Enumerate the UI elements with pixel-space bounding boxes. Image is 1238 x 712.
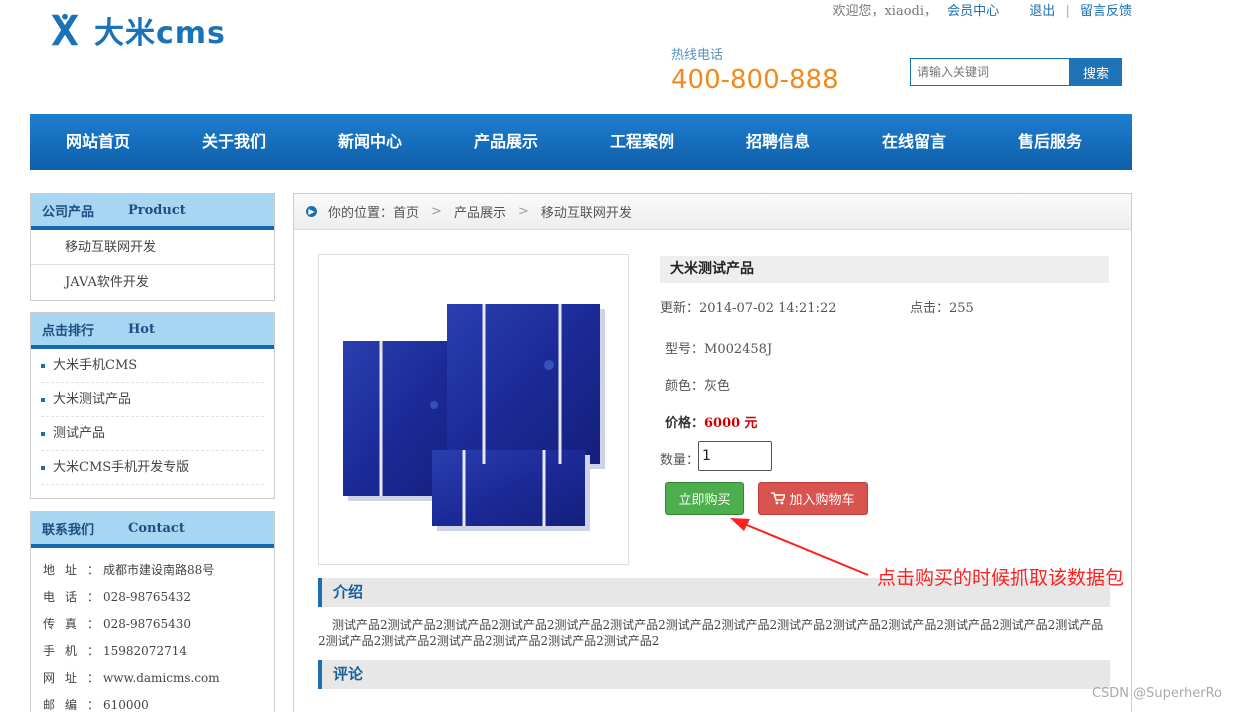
product-updated: 更新：2014-07-02 14:21:22 — [660, 297, 837, 316]
contact-mobile: 手机：15982072714 — [31, 638, 274, 665]
contact-phone: 电话：028-98765432 — [31, 584, 274, 611]
contact-value: 610000 — [103, 698, 149, 712]
contact-fax: 传真：028-98765430 — [31, 611, 274, 638]
product-color: 颜色：灰色 — [665, 375, 730, 394]
nav-item-news[interactable]: 新闻中心 — [302, 114, 438, 170]
search-input[interactable] — [910, 58, 1070, 86]
top-bar: 欢迎您，xiaodi， 会员中心 退出 | 留言反馈 — [832, 0, 1132, 19]
breadcrumb-current[interactable]: 移动互联网开发 — [541, 202, 632, 221]
sidebar-contact: 联系我们 Contact 地址：成都市建设南路88号 电话：028-987654… — [30, 511, 275, 712]
watermark: CSDN @SuperherRo — [1091, 686, 1222, 701]
sidebar-product-item[interactable]: 移动互联网开发 — [31, 230, 274, 265]
logo-icon — [51, 13, 79, 46]
hot-list-item[interactable]: 测试产品 — [41, 417, 264, 451]
clicks-value: 255 — [949, 301, 974, 316]
nav-item-home[interactable]: 网站首页 — [30, 114, 166, 170]
logout-link[interactable]: 退出 — [1029, 4, 1055, 19]
hot-list-item[interactable]: 大米CMS手机开发专版 — [41, 451, 264, 485]
hot-list-item[interactable]: 大米测试产品 — [41, 383, 264, 417]
welcome-text: 欢迎您，xiaodi， — [832, 4, 937, 19]
sidebar-products-header: 公司产品 Product — [31, 194, 274, 230]
contact-website: 网址：www.damicms.com — [31, 665, 274, 692]
hotline-label: 热线电话 — [671, 48, 724, 63]
sidebar-contact-title: 联系我们 — [42, 522, 95, 538]
sidebar-hot: 点击排行 Hot 大米手机CMS 大米测试产品 测试产品 大米CMS手机开发专版 — [30, 312, 275, 499]
contact-value: 成都市建设南路88号 — [103, 563, 215, 577]
intro-text: 测试产品2测试产品2测试产品2测试产品2测试产品2测试产品2测试产品2测试产品2… — [318, 618, 1104, 648]
review-section-title: 评论 — [318, 660, 1110, 689]
sidebar-contact-header: 联系我们 Contact — [31, 512, 274, 548]
sidebar-products-title: 公司产品 — [42, 204, 95, 220]
contact-value: 028-98765432 — [103, 590, 192, 604]
nav-item-cases[interactable]: 工程案例 — [574, 114, 710, 170]
breadcrumb-products[interactable]: 产品展示 — [454, 202, 506, 221]
search-button[interactable]: 搜索 — [1070, 58, 1122, 86]
contact-label: 传真： — [43, 617, 110, 631]
product-image — [318, 254, 629, 565]
product-title: 大米测试产品 — [660, 256, 1109, 283]
feedback-link[interactable]: 留言反馈 — [1080, 4, 1132, 19]
sidebar-contact-title-en: Contact — [128, 520, 185, 536]
color-label: 颜色： — [665, 379, 705, 394]
sidebar-products-title-en: Product — [128, 202, 186, 218]
contact-label: 地址： — [43, 563, 110, 577]
nav-item-about[interactable]: 关于我们 — [166, 114, 302, 170]
member-center-link[interactable]: 会员中心 — [947, 4, 999, 19]
contact-value: www.damicms.com — [103, 671, 220, 685]
breadcrumb-separator: > — [517, 204, 529, 219]
contact-label: 邮编： — [43, 698, 110, 712]
updated-label: 更新： — [660, 301, 700, 316]
nav-item-jobs[interactable]: 招聘信息 — [710, 114, 846, 170]
sidebar-hot-title: 点击排行 — [42, 323, 95, 339]
updated-value: 2014-07-02 14:21:22 — [699, 301, 837, 316]
contact-value: 028-98765430 — [103, 617, 192, 631]
contact-postcode: 邮编：610000 — [31, 692, 274, 712]
contact-value: 15982072714 — [103, 644, 187, 658]
buy-now-button[interactable]: 立即购买 — [665, 482, 744, 515]
contact-label: 电话： — [43, 590, 110, 604]
color-value: 灰色 — [704, 379, 731, 394]
breadcrumb-separator: > — [431, 204, 442, 219]
location-icon: ▶ — [306, 206, 317, 217]
sidebar-hot-header: 点击排行 Hot — [31, 313, 274, 349]
site-logo[interactable]: 大米cms — [46, 8, 226, 52]
quantity-label: 数量： — [660, 453, 700, 468]
price-value: 6000 — [704, 416, 741, 431]
model-value: M002458J — [704, 342, 773, 357]
contact-address: 地址：成都市建设南路88号 — [31, 557, 274, 584]
quantity-input[interactable] — [698, 441, 772, 471]
main-nav: 网站首页 关于我们 新闻中心 产品展示 工程案例 招聘信息 在线留言 售后服务 — [30, 114, 1132, 170]
top-bar-separator: | — [1065, 4, 1070, 19]
product-detail-panel: ▶ 你的位置： 首页 > 产品展示 > 移动互联网开发 大米测试产品 更新：20… — [293, 193, 1132, 712]
add-to-cart-label: 加入购物车 — [789, 493, 855, 508]
product-model: 型号：M002458J — [665, 338, 772, 357]
breadcrumb-label: 你的位置： — [328, 206, 394, 221]
hotline-number: 400-800-888 — [671, 65, 839, 95]
contact-label: 网址： — [43, 671, 110, 685]
hot-list-item[interactable]: 大米手机CMS — [41, 349, 264, 383]
price-unit: 元 — [744, 416, 758, 431]
add-to-cart-button[interactable]: 加入购物车 — [758, 482, 868, 515]
sidebar-hot-title-en: Hot — [128, 321, 155, 337]
search-form: 搜索 — [910, 58, 1122, 86]
breadcrumb: ▶ 你的位置： 首页 > 产品展示 > 移动互联网开发 — [294, 194, 1131, 230]
nav-item-message[interactable]: 在线留言 — [846, 114, 982, 170]
clicks-label: 点击： — [910, 301, 950, 316]
contact-label: 手机： — [43, 644, 110, 658]
model-label: 型号： — [665, 342, 705, 357]
hotline: 热线电话 400-800-888 — [671, 44, 839, 95]
nav-item-products[interactable]: 产品展示 — [438, 114, 574, 170]
price-label: 价格： — [665, 416, 705, 431]
solar-panel-image — [343, 304, 605, 531]
sidebar-products: 公司产品 Product 移动互联网开发 JAVA软件开发 — [30, 193, 275, 301]
product-clicks: 点击：255 — [910, 297, 974, 316]
cart-icon — [771, 492, 786, 505]
product-price: 价格：6000 元 — [665, 412, 757, 431]
breadcrumb-home[interactable]: 首页 — [393, 202, 419, 221]
sidebar-product-item[interactable]: JAVA软件开发 — [31, 265, 274, 300]
annotation-text: 点击购买的时候抓取该数据包 — [877, 567, 1125, 589]
nav-item-service[interactable]: 售后服务 — [982, 114, 1118, 170]
logo-text: 大米cms — [94, 16, 226, 51]
